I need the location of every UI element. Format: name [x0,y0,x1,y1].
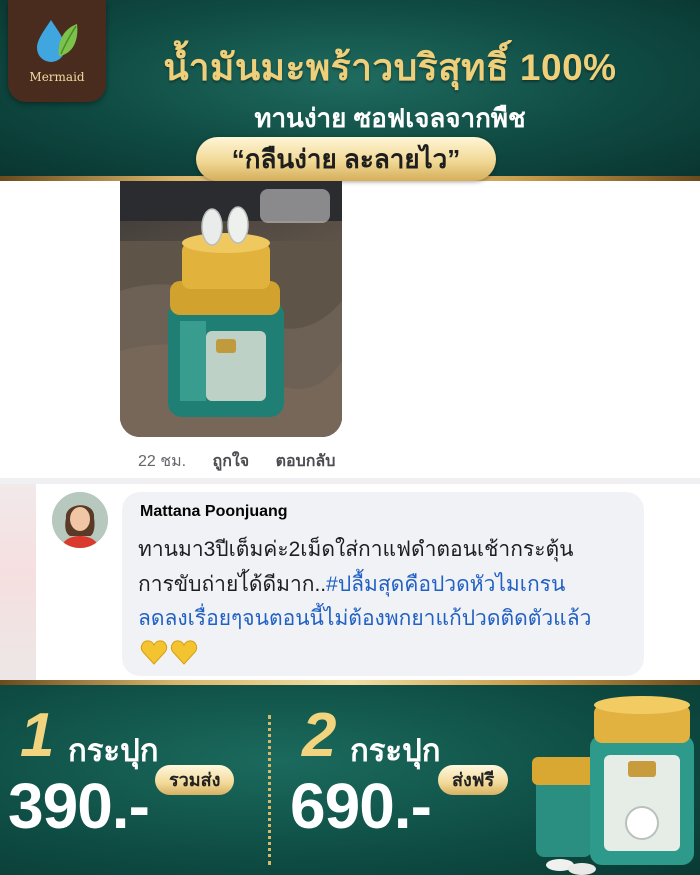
hashtag-link[interactable]: ลดลงเรื่อยๆจนตอนนี้ไม่ต้องพกยาแก้ปวดติดต… [138,602,591,635]
offer-unit: กระปุก [68,733,159,768]
like-link[interactable]: ถูกใจ [213,453,250,470]
brand-logo: Mermaid [8,0,106,102]
hashtag-link[interactable]: #ปลื้มสุดคือปวดหัวไมเกรน [326,573,565,596]
product-subline: ทานง่าย ซอฟเจลจากพืช [254,103,526,133]
offer-tag: ส่งฟรี [438,765,509,795]
user-avatar-photo [52,492,108,548]
offer-separator [268,715,271,865]
offer-price: 690.- [290,770,432,842]
yellow-heart-emoji [140,638,200,670]
comment-text-line: ทานมา3ปีเต็มค่ะ2เม็ดใส่กาแฟดำตอนเช้ากระต… [138,538,574,561]
edge-strip [0,484,36,680]
brand-name: Mermaid [29,70,85,84]
offer-quantity: 1 [20,701,55,770]
section-divider [0,478,700,484]
pricing-banner: 1 กระปุก 390.- รวมส่ง 2 กระปุก 690.- ส่ง… [0,685,700,875]
comment-text-line: การขับถ่ายไ้ด้ดีมาก..#ปลื้มสุดคือปวดหัวไ… [138,568,565,601]
avatar[interactable] [52,492,108,548]
offer-unit: กระปุก [350,733,441,768]
water-drop-leaf-icon [37,20,78,62]
comment-text: การขับถ่ายไ้ด้ดีมาก.. [138,573,327,596]
slogan-pill: “กลืนง่าย ละลายไว” [196,137,496,181]
post-photo[interactable] [120,181,342,437]
offer-price: 390.- [8,770,150,842]
reply-link[interactable]: ตอบกลับ [276,453,336,470]
product-headline: น้ำมันมะพร้าวบริสุทธิ์ 100% [163,47,617,88]
offer-quantity: 2 [302,701,337,770]
product-jars-image [532,696,694,875]
post-time: 22 ชม. [138,453,187,470]
product-jar-photo [120,181,342,437]
offer-tag: รวมส่ง [155,765,235,795]
post-meta: 22 ชม. ถูกใจ ตอบกลับ [138,449,357,474]
comment-author[interactable]: Mattana Poonjuang [140,503,288,521]
